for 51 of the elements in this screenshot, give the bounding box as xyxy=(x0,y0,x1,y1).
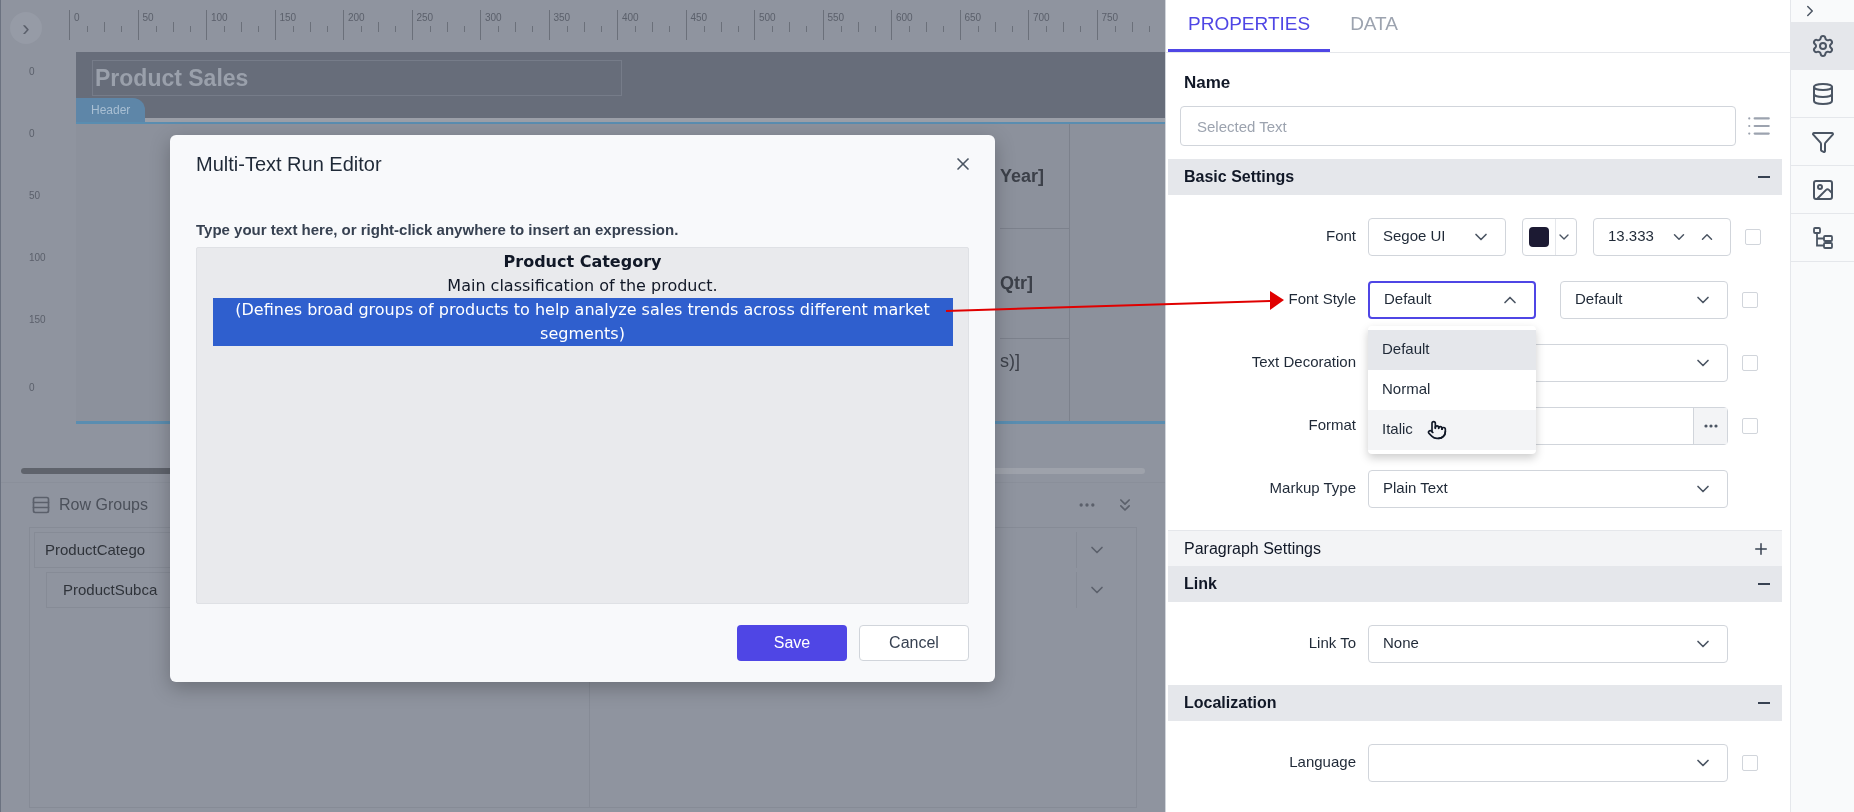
dropdown-field[interactable]: None xyxy=(1368,624,1728,663)
name-field[interactable]: Selected Text xyxy=(1180,106,1736,146)
table-cell-text: Qtr] xyxy=(1000,272,1033,295)
size-spinner[interactable]: 13.333 xyxy=(1593,217,1731,256)
field-label: Link To xyxy=(1308,633,1356,654)
field-label: Markup Type xyxy=(1269,478,1356,499)
checkbox[interactable] xyxy=(1745,228,1761,245)
field-label: Text Decoration xyxy=(1251,352,1356,373)
section-header[interactable]: Paragraph Settings xyxy=(1168,530,1782,566)
field-label: Language xyxy=(1289,752,1356,773)
checkbox[interactable] xyxy=(1742,354,1758,371)
dropdown-field[interactable] xyxy=(1368,743,1728,782)
color-picker[interactable] xyxy=(1522,217,1577,256)
text-editor[interactable]: Product Category Main classification of the product. (Defines broad groups of products to help analyze sales trends across different market segments) xyxy=(196,247,969,604)
more-icon xyxy=(1703,423,1718,428)
tab[interactable]: PROPERTIES xyxy=(1168,0,1331,52)
dropdown-option[interactable]: Default xyxy=(1368,329,1536,370)
cancel-button[interactable]: Cancel xyxy=(859,625,969,661)
editor-line: Product Category xyxy=(503,252,662,271)
more-button[interactable] xyxy=(1693,407,1727,444)
checkbox[interactable] xyxy=(1742,754,1758,771)
dropdown-option[interactable]: Normal xyxy=(1368,369,1536,410)
field-label: Font Style xyxy=(1288,289,1356,310)
section-header[interactable]: Basic Settings xyxy=(1168,159,1782,195)
table-cell-text: Year] xyxy=(1000,164,1045,188)
hierarchy-icon xyxy=(1810,225,1835,250)
instruction-text: Type your text here, or right-click anywhere to insert an expression. xyxy=(196,219,679,240)
dropdown-field[interactable]: Default xyxy=(1560,280,1728,319)
field-label: Name xyxy=(1184,71,1231,94)
hand-cursor-icon xyxy=(1426,419,1447,440)
dropdown-field[interactable]: Plain Text xyxy=(1368,469,1728,508)
filter-icon xyxy=(1810,129,1835,154)
table-cell-text: s)] xyxy=(1000,350,1020,373)
checkbox[interactable] xyxy=(1742,291,1758,308)
dropdown-option[interactable]: Italic xyxy=(1368,409,1536,450)
save-button[interactable]: Save xyxy=(737,625,847,661)
field-label: Font xyxy=(1326,226,1356,247)
dropdown-field[interactable]: Segoe UI xyxy=(1368,217,1506,256)
checkbox[interactable] xyxy=(1742,417,1758,434)
dialog-title: Multi-Text Run Editor xyxy=(196,152,382,177)
section-header[interactable]: Localization xyxy=(1168,685,1782,721)
settings-icon xyxy=(1810,33,1835,58)
field-label: Format xyxy=(1308,415,1356,436)
rail-button[interactable] xyxy=(1791,22,1854,70)
editor-line: Main classification of the product. xyxy=(447,276,718,295)
dropdown-field[interactable]: Default xyxy=(1368,280,1536,319)
section-header[interactable]: Link xyxy=(1168,566,1782,602)
list-icon xyxy=(31,495,51,515)
panel-title: Row Groups xyxy=(59,495,148,515)
database-icon xyxy=(1810,81,1835,106)
image-icon xyxy=(1810,177,1835,202)
